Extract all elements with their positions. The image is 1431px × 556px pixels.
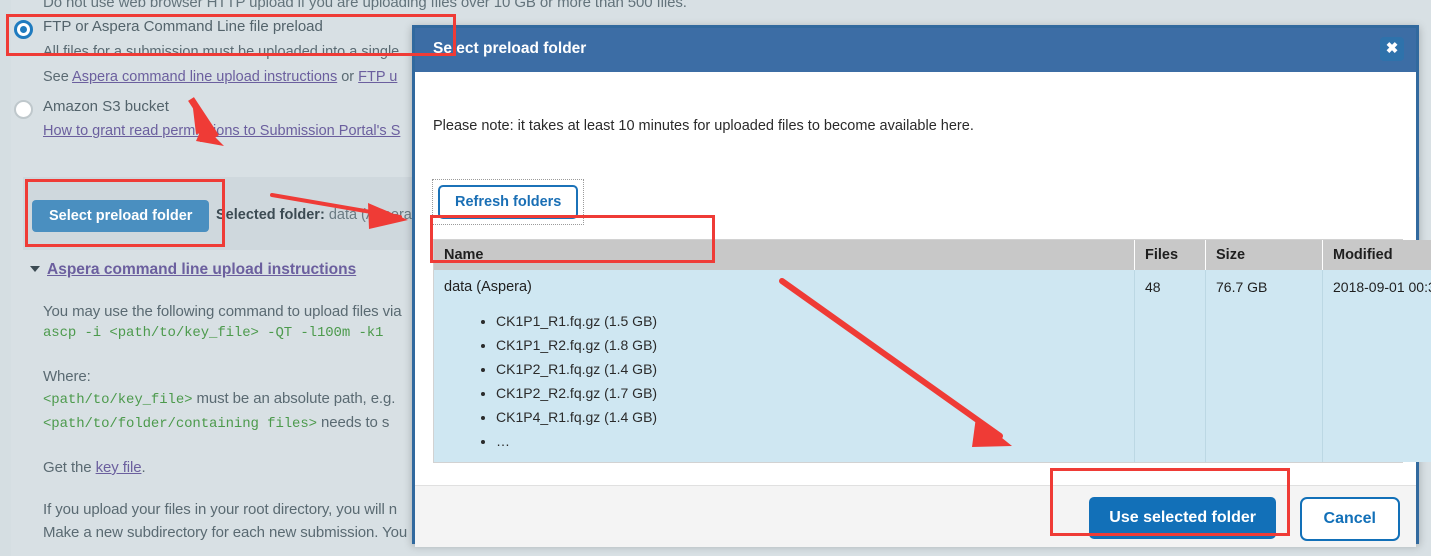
list-item: CK1P1_R1.fq.gz (1.5 GB) <box>496 309 1124 333</box>
upload-warning-text: Do not use web browser HTTP upload if yo… <box>43 0 687 11</box>
list-item: CK1P4_R1.fq.gz (1.4 GB) <box>496 405 1124 429</box>
get-key-period: . <box>141 459 146 476</box>
folder-path-text: needs to s <box>316 414 390 431</box>
dialog-title: Select preload folder <box>433 40 587 57</box>
refresh-folders-button[interactable]: Refresh folders <box>438 185 579 219</box>
where-keyfile-line: <path/to/key_file> must be an absolute p… <box>43 390 395 408</box>
refresh-focus-ring: Refresh folders <box>432 179 585 225</box>
tail-line-1: If you upload your files in your root di… <box>43 501 397 518</box>
see-text: See <box>43 69 73 85</box>
select-preload-folder-dialog: Select preload folder ✖ Please note: it … <box>412 25 1431 547</box>
chevron-down-icon <box>30 265 40 272</box>
radio-label-ftp-aspera: FTP or Aspera Command Line file preload <box>43 18 323 35</box>
list-item: … <box>496 429 1124 453</box>
dialog-footer: Use selected folder Cancel <box>415 485 1416 547</box>
where-folder-line: <path/to/folder/containing files> needs … <box>43 414 389 432</box>
cell-folder-name[interactable]: data (Aspera) CK1P1_R1.fq.gz (1.5 GB) CK… <box>434 270 1135 462</box>
folder-table-header-row: Name Files Size Modified <box>434 240 1431 270</box>
amazon-s3-description: How to grant read permissions to Submiss… <box>43 123 400 139</box>
screenshot-root: Do not use web browser HTTP upload if yo… <box>0 0 1431 556</box>
folder-table-head: Name Files Size Modified <box>434 240 1431 270</box>
folder-table-container: Name Files Size Modified data (Aspera) C… <box>433 239 1431 463</box>
cell-files-count: 48 <box>1134 270 1206 462</box>
selected-folder-status: Selected folder: data (Aspera <box>216 207 412 223</box>
folder-children-list: CK1P1_R1.fq.gz (1.5 GB) CK1P1_R2.fq.gz (… <box>444 309 1124 453</box>
folder-table: Name Files Size Modified data (Aspera) C… <box>434 240 1431 462</box>
ascp-command: ascp -i <path/to/key_file> -QT -l100m -k… <box>43 325 384 341</box>
ftp-aspera-description-line-1: All files for a submission must be uploa… <box>43 44 400 60</box>
radio-icon-amazon-s3[interactable] <box>14 100 33 119</box>
key-file-link[interactable]: key file <box>96 459 142 476</box>
list-item: CK1P2_R1.fq.gz (1.4 GB) <box>496 357 1124 381</box>
folder-table-body: data (Aspera) CK1P1_R1.fq.gz (1.5 GB) CK… <box>434 270 1431 462</box>
dialog-body: Please note: it takes at least 10 minute… <box>415 74 1431 485</box>
use-selected-folder-button[interactable]: Use selected folder <box>1089 497 1276 539</box>
aspera-instructions-disclosure[interactable]: Aspera command line upload instructions <box>30 261 356 279</box>
cell-size: 76.7 GB <box>1205 270 1323 462</box>
select-preload-folder-button[interactable]: Select preload folder <box>32 200 210 232</box>
keyfile-path-code: <path/to/key_file> <box>43 392 193 408</box>
column-header-name[interactable]: Name <box>434 240 1135 270</box>
or-text: or <box>337 69 359 85</box>
radio-label-amazon-s3: Amazon S3 bucket <box>43 98 169 115</box>
selected-folder-label: Selected folder: <box>216 207 325 223</box>
tail-line-2: Make a new subdirectory for each new sub… <box>43 524 408 541</box>
folder-path-code: <path/to/folder/containing files> <box>43 416 317 432</box>
page-left-gutter <box>0 0 11 556</box>
table-row[interactable]: data (Aspera) CK1P1_R1.fq.gz (1.5 GB) CK… <box>434 270 1431 462</box>
s3-permissions-link[interactable]: How to grant read permissions to Submiss… <box>43 123 400 139</box>
availability-note: Please note: it takes at least 10 minute… <box>433 118 974 134</box>
aspera-instructions-link[interactable]: Aspera command line upload instructions <box>72 69 337 85</box>
get-key-file-line: Get the key file. <box>43 459 146 476</box>
keyfile-path-text: must be an absolute path, e.g. <box>192 390 396 407</box>
list-item: CK1P1_R2.fq.gz (1.8 GB) <box>496 333 1124 357</box>
dialog-header: Select preload folder ✖ <box>415 28 1416 74</box>
radio-icon-ftp-aspera[interactable] <box>14 20 33 39</box>
instructions-intro: You may use the following command to upl… <box>43 303 402 320</box>
column-header-size[interactable]: Size <box>1205 240 1323 270</box>
selected-folder-value: data (Aspera <box>328 207 412 223</box>
where-label: Where: <box>43 368 91 385</box>
aspera-instructions-title: Aspera command line upload instructions <box>47 261 357 278</box>
cell-modified: 2018-09-01 00:38 <box>1322 270 1431 462</box>
folder-name-text: data (Aspera) <box>444 279 532 295</box>
cancel-button[interactable]: Cancel <box>1299 497 1400 541</box>
column-header-modified[interactable]: Modified <box>1322 240 1431 270</box>
column-header-files[interactable]: Files <box>1134 240 1206 270</box>
ftp-aspera-description-line-2: See Aspera command line upload instructi… <box>43 69 397 85</box>
get-the-text: Get the <box>43 459 96 476</box>
close-icon[interactable]: ✖ <box>1380 37 1404 61</box>
ftp-upload-link[interactable]: FTP u <box>358 69 397 85</box>
list-item: CK1P2_R2.fq.gz (1.7 GB) <box>496 381 1124 405</box>
